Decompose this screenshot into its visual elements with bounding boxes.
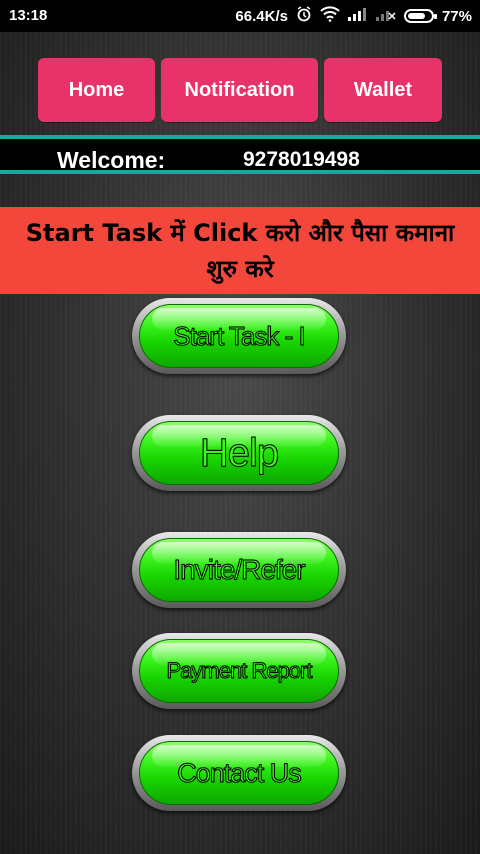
- banner-text: Start Task में Click करो और पैसा कमाना श…: [25, 218, 455, 283]
- welcome-bar: Welcome: 9278019498: [0, 135, 480, 174]
- contact-us-label: Contact Us: [177, 757, 303, 788]
- payment-report-face: Payment Report: [139, 639, 339, 703]
- battery-percent: 77%: [441, 7, 472, 25]
- invite-refer-label: Invite/Refer: [173, 554, 306, 586]
- wallet-button[interactable]: Wallet: [324, 58, 442, 122]
- alarm-icon: [296, 6, 312, 26]
- start-task-label: Start Task - I: [173, 320, 306, 351]
- welcome-label: Welcome:: [57, 147, 166, 173]
- status-right: 66.4K/s 77%: [235, 6, 472, 26]
- help-label: Help: [199, 430, 279, 475]
- invite-refer-button[interactable]: Invite/Refer: [132, 532, 346, 608]
- notification-button[interactable]: Notification: [161, 58, 318, 122]
- instruction-banner: Start Task में Click करो और पैसा कमाना श…: [0, 207, 480, 294]
- top-nav: Home Notification Wallet: [38, 58, 442, 122]
- status-time: 13:18: [9, 7, 48, 24]
- signal-icon: [347, 7, 368, 25]
- wifi-icon: [320, 6, 340, 26]
- help-button[interactable]: Help: [132, 415, 346, 491]
- battery-icon: [403, 9, 437, 23]
- user-phone: 9278019498: [243, 148, 360, 171]
- welcome-inner: Welcome: 9278019498: [0, 135, 480, 174]
- network-speed: 66.4K/s: [235, 7, 288, 25]
- start-task-face: Start Task - I: [139, 304, 339, 368]
- home-button[interactable]: Home: [38, 58, 155, 122]
- status-bar: 13:18 66.4K/s 77%: [0, 0, 480, 32]
- invite-refer-face: Invite/Refer: [139, 538, 339, 602]
- battery-fill: [407, 13, 425, 19]
- contact-us-button[interactable]: Contact Us: [132, 735, 346, 811]
- payment-report-label: Payment Report: [166, 658, 313, 684]
- help-face: Help: [139, 421, 339, 485]
- signal-off-icon: [375, 7, 396, 25]
- contact-us-face: Contact Us: [139, 741, 339, 805]
- start-task-button[interactable]: Start Task - I: [132, 298, 346, 374]
- payment-report-button[interactable]: Payment Report: [132, 633, 346, 709]
